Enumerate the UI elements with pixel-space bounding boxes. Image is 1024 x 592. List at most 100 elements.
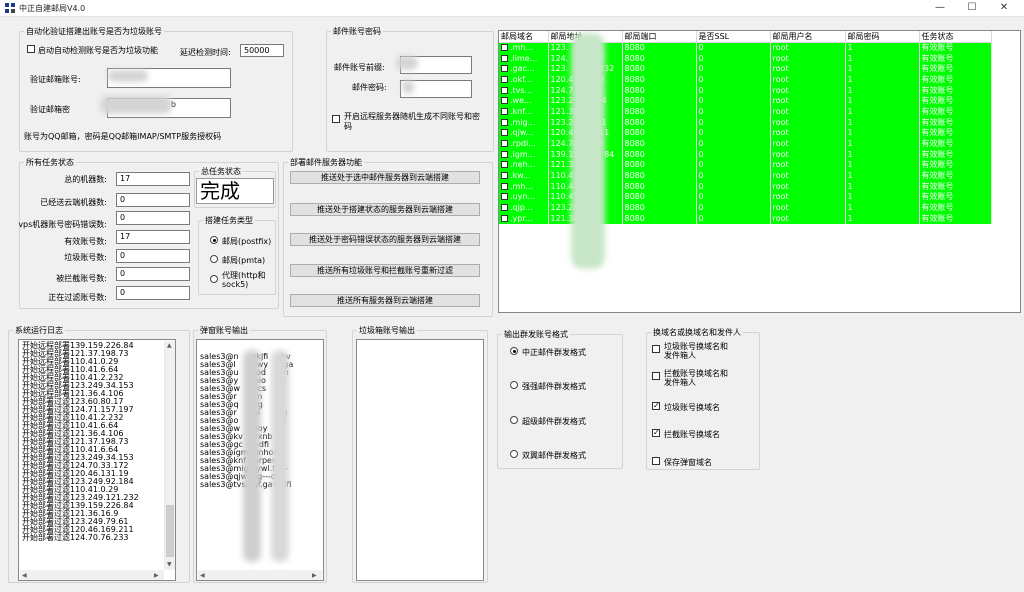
ssl-cell[interactable]: 0 [696,138,771,150]
scroll-right-icon[interactable]: ▶ [312,572,317,579]
domain-cell[interactable]: .mh... [499,181,549,193]
format-qiangqiang-radio[interactable] [510,381,518,389]
save-popup-domain-checkbox[interactable] [652,457,660,465]
build-type-postfix-radio[interactable] [210,236,218,244]
format-chaoji-radio[interactable] [510,416,518,424]
username-cell[interactable]: root [770,117,846,128]
ssl-cell[interactable]: 0 [696,128,771,139]
password-cell[interactable]: 1 [845,42,920,54]
minimize-button[interactable]: — [924,0,956,17]
status-cell[interactable]: 有效账号 [919,202,992,214]
domain-cell[interactable]: .okf... [499,74,549,86]
scroll-down-icon[interactable]: ▼ [167,561,172,568]
password-cell[interactable]: 1 [845,149,920,161]
domain-cell[interactable]: .knf... [499,106,549,118]
row-checkbox[interactable] [501,182,508,190]
domain-cell[interactable]: .rpdi... [499,138,549,150]
row-checkbox[interactable] [501,54,508,62]
port-cell[interactable]: 8080 [622,160,697,171]
popup-output-list[interactable]: sales3@n ukjfi hvsales3@l nrwy gasales3@… [196,339,324,581]
port-cell[interactable]: 8080 [622,128,697,139]
status-cell[interactable]: 有效账号 [919,138,992,150]
row-checkbox[interactable] [501,118,508,126]
ssl-cell[interactable]: 0 [696,63,771,75]
password-cell[interactable]: 1 [845,138,920,150]
status-cell[interactable]: 有效账号 [919,181,992,193]
password-cell[interactable]: 1 [845,85,920,96]
status-cell[interactable]: 有效账号 [919,63,992,75]
password-cell[interactable]: 1 [845,74,920,86]
password-cell[interactable]: 1 [845,160,920,171]
domain-cell[interactable]: .qjp... [499,202,549,214]
block-replace-both-checkbox[interactable] [652,372,660,380]
port-cell[interactable]: 8080 [622,192,697,203]
row-checkbox[interactable] [501,75,508,83]
domain-cell[interactable]: .igm... [499,149,549,161]
domain-cell[interactable]: .we... [499,95,549,107]
status-cell[interactable]: 有效账号 [919,160,992,171]
ssl-cell[interactable]: 0 [696,117,771,128]
ssl-cell[interactable]: 0 [696,95,771,107]
ssl-cell[interactable]: 0 [696,85,771,96]
username-cell[interactable]: root [770,106,846,118]
username-cell[interactable]: root [770,85,846,96]
ssl-cell[interactable]: 0 [696,42,771,54]
log-horizontal-scrollbar[interactable]: ◀ ▶ [20,570,164,580]
username-cell[interactable]: root [770,170,846,182]
status-cell[interactable]: 有效账号 [919,53,992,64]
domain-cell[interactable]: .tvs... [499,85,549,96]
row-checkbox[interactable] [501,204,508,212]
status-cell[interactable]: 有效账号 [919,74,992,86]
ssl-cell[interactable]: 0 [696,149,771,161]
password-cell[interactable]: 1 [845,202,920,214]
push-building-button[interactable]: 推送处于搭建状态的服务器到云端搭建 [290,203,480,216]
ssl-cell[interactable]: 0 [696,53,771,64]
username-cell[interactable]: root [770,42,846,54]
domain-cell[interactable]: .kw... [499,170,549,182]
delay-input[interactable]: 50000 [240,44,284,57]
username-cell[interactable]: root [770,53,846,64]
port-cell[interactable]: 8080 [622,85,697,96]
build-type-proxy-radio[interactable] [210,275,218,283]
push-refilter-button[interactable]: 推送所有垃圾账号和拦截账号重新过滤 [290,264,480,277]
row-checkbox[interactable] [501,107,508,115]
row-checkbox[interactable] [501,140,508,148]
push-selected-button[interactable]: 推送处于选中邮件服务器到云端搭建 [290,171,480,184]
domain-cell[interactable]: .qjw... [499,128,549,139]
username-cell[interactable]: root [770,74,846,86]
domain-cell[interactable]: .ypr... [499,213,549,225]
status-cell[interactable]: 有效账号 [919,170,992,182]
domain-cell[interactable]: .mig... [499,117,549,128]
junk-output-list[interactable] [356,339,484,581]
push-all-button[interactable]: 推送所有服务器到云端搭建 [290,294,480,307]
column-header[interactable]: 邮局密码 [845,31,920,43]
row-checkbox[interactable] [501,65,508,73]
status-cell[interactable]: 有效账号 [919,192,992,203]
junk-replace-both-checkbox[interactable] [652,345,660,353]
row-checkbox[interactable] [501,44,508,52]
row-checkbox[interactable] [501,172,508,180]
username-cell[interactable]: root [770,128,846,139]
auto-check-checkbox[interactable] [27,45,35,53]
domain-cell[interactable]: .uyn... [499,192,549,203]
ssl-cell[interactable]: 0 [696,170,771,182]
port-cell[interactable]: 8080 [622,117,697,128]
row-checkbox[interactable] [501,150,508,158]
username-cell[interactable]: root [770,63,846,75]
port-cell[interactable]: 8080 [622,95,697,107]
column-header[interactable]: 是否SSL [696,31,771,43]
password-cell[interactable]: 1 [845,95,920,107]
close-button[interactable]: ✕ [988,0,1020,17]
domain-cell[interactable]: .gac... [499,63,549,75]
domain-cell[interactable]: .neh... [499,160,549,171]
status-cell[interactable]: 有效账号 [919,128,992,139]
password-cell[interactable]: 1 [845,106,920,118]
ssl-cell[interactable]: 0 [696,160,771,171]
password-cell[interactable]: 1 [845,63,920,75]
system-log-list[interactable]: 开始远程部署139.159.226.84 开始远程部署121.37.198.73 开… [18,339,176,581]
scroll-left-icon[interactable]: ◀ [22,572,27,579]
domain-cell[interactable]: .lime... [499,53,549,64]
row-checkbox[interactable] [501,214,508,222]
status-cell[interactable]: 有效账号 [919,106,992,118]
scroll-right-icon[interactable]: ▶ [154,572,159,579]
